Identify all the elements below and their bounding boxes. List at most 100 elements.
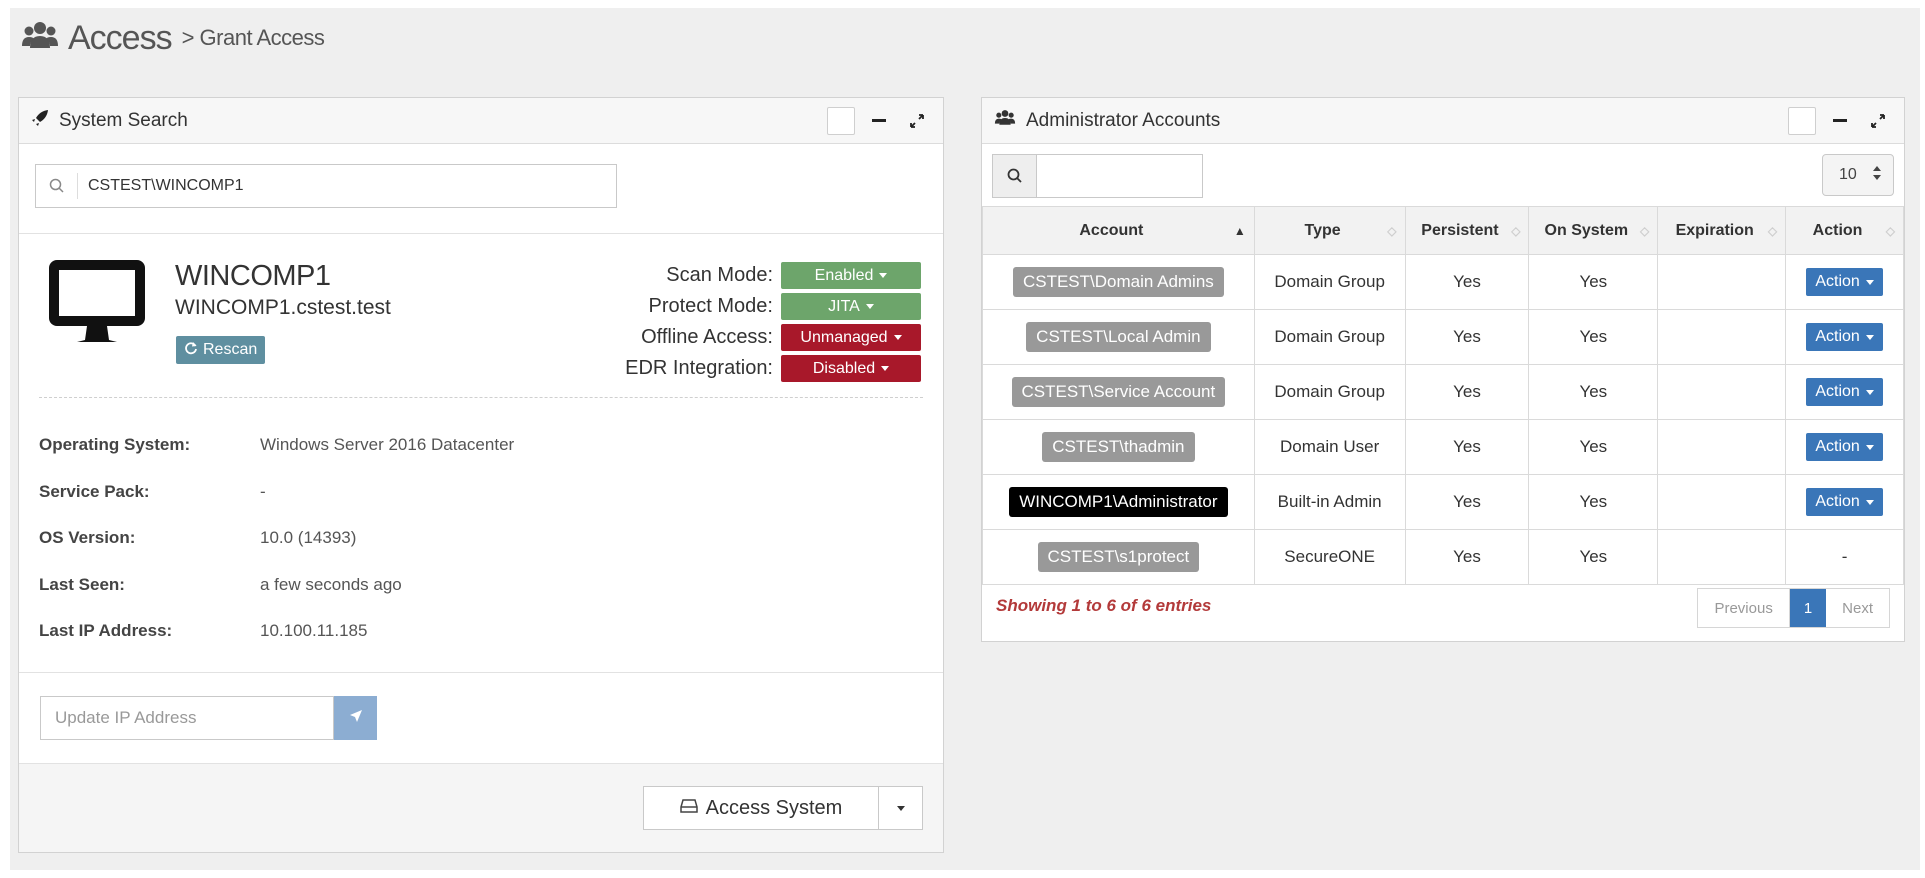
panel-header: System Search	[19, 98, 943, 144]
cell-on-system: Yes	[1528, 309, 1659, 365]
pagination-next[interactable]: Next	[1826, 589, 1889, 627]
cell-on-system: Yes	[1528, 419, 1659, 475]
update-ip-input[interactable]: Update IP Address	[40, 696, 334, 740]
cell-account: CSTEST\Service Account	[982, 364, 1255, 420]
search-icon	[36, 173, 78, 199]
monitor-icon	[47, 258, 147, 355]
column-header-expiration[interactable]: Expiration ◇	[1657, 206, 1787, 255]
action-button[interactable]: Action	[1806, 323, 1883, 351]
breadcrumb: > Grant Access	[181, 25, 325, 50]
panel-title: Administrator Accounts	[1026, 109, 1221, 131]
location-arrow-icon	[349, 709, 363, 728]
panel-color-box[interactable]	[1788, 106, 1816, 135]
column-header-account[interactable]: Account ▲	[982, 206, 1255, 255]
search-value: CSTEST\WINCOMP1	[88, 177, 244, 194]
cell-on-system: Yes	[1528, 364, 1659, 420]
cell-expiration	[1657, 309, 1787, 365]
pagination-previous[interactable]: Previous	[1698, 589, 1790, 627]
info-label-sp: Service Pack:	[39, 482, 150, 501]
mode-row-scan: Scan Mode: Enabled	[581, 262, 921, 289]
accounts-search-input[interactable]	[992, 154, 1203, 198]
column-header-on-system[interactable]: On System ◇	[1528, 206, 1659, 255]
account-badge: CSTEST\Service Account	[1011, 377, 1226, 407]
mode-row-protect: Protect Mode: JITA	[581, 293, 921, 320]
action-button[interactable]: Action	[1806, 433, 1883, 461]
table-row: CSTEST\Domain Admins Domain Group Yes Ye…	[982, 254, 1904, 310]
cell-expiration	[1657, 364, 1787, 420]
update-ip-button[interactable]	[334, 696, 377, 740]
update-ip-placeholder: Update IP Address	[55, 708, 197, 727]
entries-info: Showing 1 to 6 of 6 entries	[996, 596, 1212, 615]
access-system-dropdown[interactable]	[878, 786, 923, 830]
info-label-lastip: Last IP Address:	[39, 621, 173, 640]
cell-on-system: Yes	[1528, 529, 1659, 585]
cell-action: Action	[1785, 309, 1904, 365]
users-icon	[994, 109, 1016, 133]
table-row: CSTEST\thadmin Domain User Yes Yes Actio…	[982, 419, 1904, 475]
expand-icon[interactable]	[903, 107, 931, 135]
edr-integration-dropdown[interactable]: Disabled	[781, 355, 921, 382]
page-header: Access > Grant Access	[22, 18, 325, 58]
cell-action: Action	[1785, 364, 1904, 420]
cell-action: Action	[1785, 474, 1904, 530]
cell-expiration	[1657, 474, 1787, 530]
divider	[19, 672, 943, 673]
account-badge: WINCOMP1\Administrator	[1009, 487, 1228, 517]
action-button[interactable]: Action	[1806, 268, 1883, 296]
access-system-label: Access System	[705, 796, 843, 819]
panel-color-box[interactable]	[827, 106, 855, 135]
cell-expiration	[1657, 254, 1787, 310]
account-badge: CSTEST\s1protect	[1037, 542, 1200, 572]
protect-mode-dropdown[interactable]: JITA	[781, 293, 921, 320]
info-value-osver: 10.0 (14393)	[260, 528, 357, 547]
cell-account: WINCOMP1\Administrator	[982, 474, 1255, 530]
cell-type: Domain Group	[1253, 254, 1406, 310]
cell-persistent: Yes	[1404, 309, 1530, 365]
column-header-action[interactable]: Action ◇	[1785, 206, 1904, 255]
pagination-page-1[interactable]: 1	[1789, 589, 1827, 627]
minimize-icon[interactable]	[1826, 107, 1854, 135]
panel-title: System Search	[59, 109, 188, 131]
action-button[interactable]: Action	[1806, 378, 1883, 406]
updown-icon	[1873, 165, 1881, 185]
system-name: WINCOMP1	[175, 260, 331, 292]
cell-type: Domain Group	[1253, 309, 1406, 365]
cell-persistent: Yes	[1404, 529, 1530, 585]
cell-persistent: Yes	[1404, 474, 1530, 530]
protect-mode-label: Protect Mode:	[648, 295, 773, 317]
access-system-button[interactable]: Access System	[643, 786, 879, 830]
system-search-input[interactable]: CSTEST\WINCOMP1	[35, 164, 617, 208]
account-badge: CSTEST\thadmin	[1042, 432, 1195, 462]
cell-account: CSTEST\Local Admin	[982, 309, 1255, 365]
cell-account: CSTEST\Domain Admins	[982, 254, 1255, 310]
update-ip-group: Update IP Address	[40, 696, 377, 740]
search-icon	[993, 155, 1037, 197]
account-badge: CSTEST\Domain Admins	[1012, 267, 1224, 297]
cell-on-system: Yes	[1528, 254, 1659, 310]
cell-persistent: Yes	[1404, 254, 1530, 310]
mode-row-edr: EDR Integration: Disabled	[581, 355, 921, 382]
column-header-type[interactable]: Type ◇	[1253, 206, 1406, 255]
expand-icon[interactable]	[1864, 107, 1892, 135]
column-header-persistent[interactable]: Persistent ◇	[1404, 206, 1530, 255]
action-button[interactable]: Action	[1806, 488, 1883, 516]
cell-action: -	[1785, 529, 1904, 585]
minimize-icon[interactable]	[865, 107, 893, 135]
scan-mode-dropdown[interactable]: Enabled	[781, 262, 921, 289]
info-label-osver: OS Version:	[39, 528, 136, 547]
rescan-button[interactable]: Rescan	[176, 336, 266, 364]
table-row: WINCOMP1\Administrator Built-in Admin Ye…	[982, 474, 1904, 530]
scan-mode-label: Scan Mode:	[666, 264, 773, 286]
info-value-lastip: 10.100.11.185	[260, 621, 368, 640]
dashed-divider	[39, 397, 923, 398]
cell-account: CSTEST\thadmin	[982, 419, 1255, 475]
rescan-label: Rescan	[203, 341, 258, 358]
page-size-select[interactable]: 10	[1822, 154, 1894, 196]
divider	[19, 233, 943, 234]
info-value-sp: -	[260, 482, 266, 501]
offline-access-dropdown[interactable]: Unmanaged	[781, 324, 921, 351]
page-size-value: 10	[1839, 166, 1857, 183]
cell-on-system: Yes	[1528, 474, 1659, 530]
panel-header: Administrator Accounts	[982, 98, 1904, 144]
cell-type: Built-in Admin	[1253, 474, 1406, 530]
